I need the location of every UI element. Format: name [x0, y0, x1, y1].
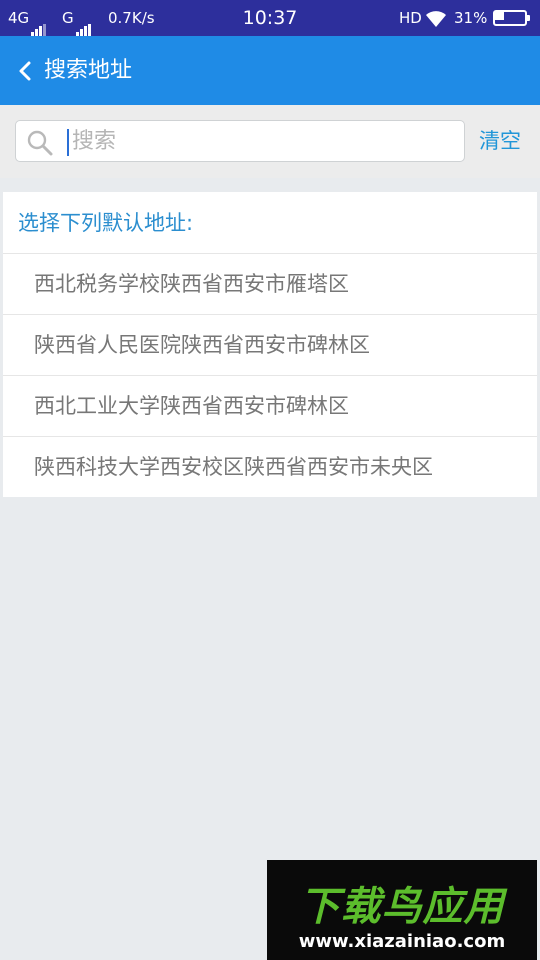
- hd-indicator: HD: [399, 9, 422, 27]
- search-bar: 清空: [0, 105, 540, 178]
- clear-button[interactable]: 清空: [479, 120, 521, 162]
- text-cursor: [67, 129, 69, 156]
- page-title: 搜索地址: [44, 58, 133, 83]
- list-item[interactable]: 西北税务学校陕西省西安市雁塔区: [3, 254, 537, 315]
- list-item[interactable]: 西北工业大学陕西省西安市碑林区: [3, 376, 537, 437]
- list-item[interactable]: 陕西省人民医院陕西省西安市碑林区: [3, 315, 537, 376]
- address-list: 选择下列默认地址: 西北税务学校陕西省西安市雁塔区 陕西省人民医院陕西省西安市碑…: [3, 192, 537, 497]
- battery-icon: [493, 10, 531, 26]
- list-item[interactable]: 陕西科技大学西安校区陕西省西安市未央区: [3, 437, 537, 497]
- status-bar: 4G G 0.7K/s 10:37 HD 31%: [0, 0, 540, 37]
- battery-percent: 31%: [454, 9, 488, 27]
- chevron-left-icon[interactable]: [14, 56, 38, 86]
- watermark: 下载鸟应用 www.xiazainiao.com: [267, 860, 537, 960]
- watermark-logo: 下载鸟应用: [299, 884, 505, 930]
- search-box[interactable]: [15, 120, 465, 162]
- watermark-url: www.xiazainiao.com: [298, 931, 506, 952]
- search-icon: [26, 129, 54, 157]
- search-input[interactable]: [66, 125, 456, 157]
- app-bar: 搜索地址: [0, 36, 540, 105]
- wifi-icon: [424, 0, 448, 36]
- list-header: 选择下列默认地址:: [3, 192, 537, 254]
